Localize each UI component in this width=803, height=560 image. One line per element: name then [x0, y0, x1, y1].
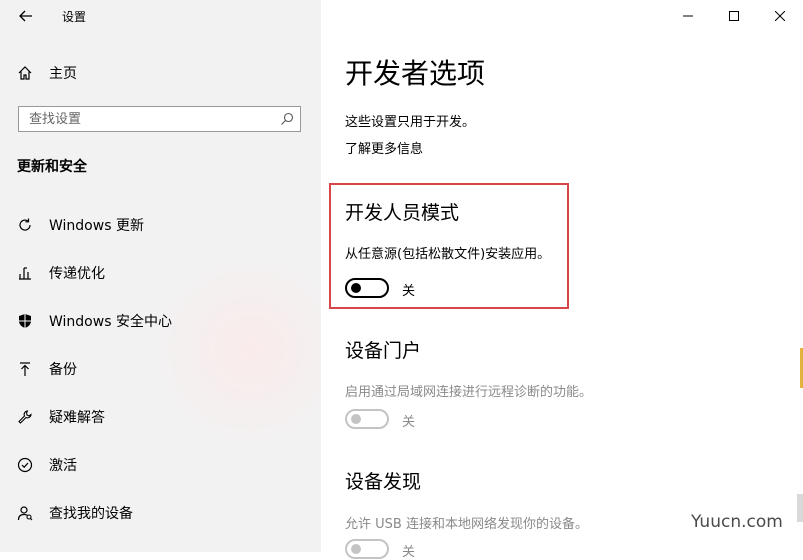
device-portal-toggle[interactable]: [345, 409, 389, 429]
maximize-button[interactable]: [711, 0, 757, 32]
main-content: 开发者选项 这些设置只用于开发。 了解更多信息 开发人员模式 从任意源(包括松散…: [321, 0, 803, 560]
delivery-optimization-icon: [16, 264, 34, 282]
sidebar-item-label: Windows 更新: [49, 218, 144, 234]
sidebar-item-home[interactable]: 主页: [16, 60, 77, 86]
sidebar-item-windows-update[interactable]: Windows 更新: [16, 211, 306, 239]
search-input[interactable]: [19, 110, 281, 128]
maximize-icon: [729, 11, 739, 21]
sidebar-item-backup[interactable]: 备份: [16, 355, 306, 383]
device-portal-title: 设备门户: [345, 340, 422, 362]
toggle-knob: [351, 283, 361, 293]
toggle-knob: [351, 414, 361, 424]
sidebar-item-activation[interactable]: 激活: [16, 451, 306, 479]
sidebar-item-delivery-optimization[interactable]: 传递优化: [16, 259, 306, 287]
sidebar-item-label: 激活: [49, 458, 77, 474]
page-description: 这些设置只用于开发。: [345, 115, 476, 130]
device-discovery-toggle-state: 关: [402, 545, 416, 560]
back-arrow-icon: [19, 10, 32, 22]
section-title: 更新和安全: [17, 159, 87, 175]
device-discovery-toggle[interactable]: [345, 539, 389, 559]
sidebar-item-label: Windows 安全中心: [49, 314, 172, 330]
device-discovery-title: 设备发现: [345, 471, 422, 493]
minimize-button[interactable]: [665, 0, 711, 32]
developer-mode-title: 开发人员模式: [345, 202, 460, 224]
minimize-icon: [683, 15, 693, 17]
search-icon[interactable]: [280, 112, 294, 126]
sidebar-item-label: 备份: [49, 362, 77, 378]
close-icon: [775, 11, 785, 21]
learn-more-link[interactable]: 了解更多信息: [345, 138, 423, 157]
developer-mode-description: 从任意源(包括松散文件)安装应用。: [345, 247, 551, 262]
scrollbar-thumb[interactable]: [797, 494, 803, 522]
check-circle-icon: [16, 456, 34, 474]
window-title: 设置: [62, 10, 87, 24]
device-portal-description: 启用通过局域网连接进行远程诊断的功能。: [345, 385, 593, 400]
sidebar: 设置 主页 更新和安全 Windows 更新: [0, 0, 321, 552]
person-locate-icon: [16, 504, 34, 522]
page-title: 开发者选项: [345, 57, 486, 90]
shield-icon: [16, 312, 34, 330]
sidebar-item-label: 传递优化: [49, 266, 105, 282]
wrench-icon: [16, 408, 34, 426]
sidebar-item-find-my-device[interactable]: 查找我的设备: [16, 499, 306, 527]
home-icon: [16, 64, 34, 82]
watermark: Yuucn.com: [691, 512, 783, 532]
sidebar-item-label: 查找我的设备: [49, 506, 133, 522]
sidebar-item-troubleshoot[interactable]: 疑难解答: [16, 403, 306, 431]
device-portal-toggle-state: 关: [402, 415, 416, 430]
sidebar-item-windows-security[interactable]: Windows 安全中心: [16, 307, 306, 335]
toggle-knob: [351, 544, 361, 554]
window-controls: [665, 0, 803, 32]
backup-arrow-icon: [16, 360, 34, 378]
device-discovery-description: 允许 USB 连接和本地网络发现你的设备。: [345, 517, 588, 532]
refresh-icon: [16, 216, 34, 234]
developer-mode-toggle[interactable]: [345, 278, 389, 298]
developer-mode-toggle-state: 关: [402, 284, 416, 299]
search-box[interactable]: [18, 106, 301, 132]
back-button[interactable]: [12, 4, 40, 28]
sidebar-item-label: 主页: [49, 66, 77, 82]
close-button[interactable]: [757, 0, 803, 32]
sidebar-item-label: 疑难解答: [49, 410, 105, 426]
